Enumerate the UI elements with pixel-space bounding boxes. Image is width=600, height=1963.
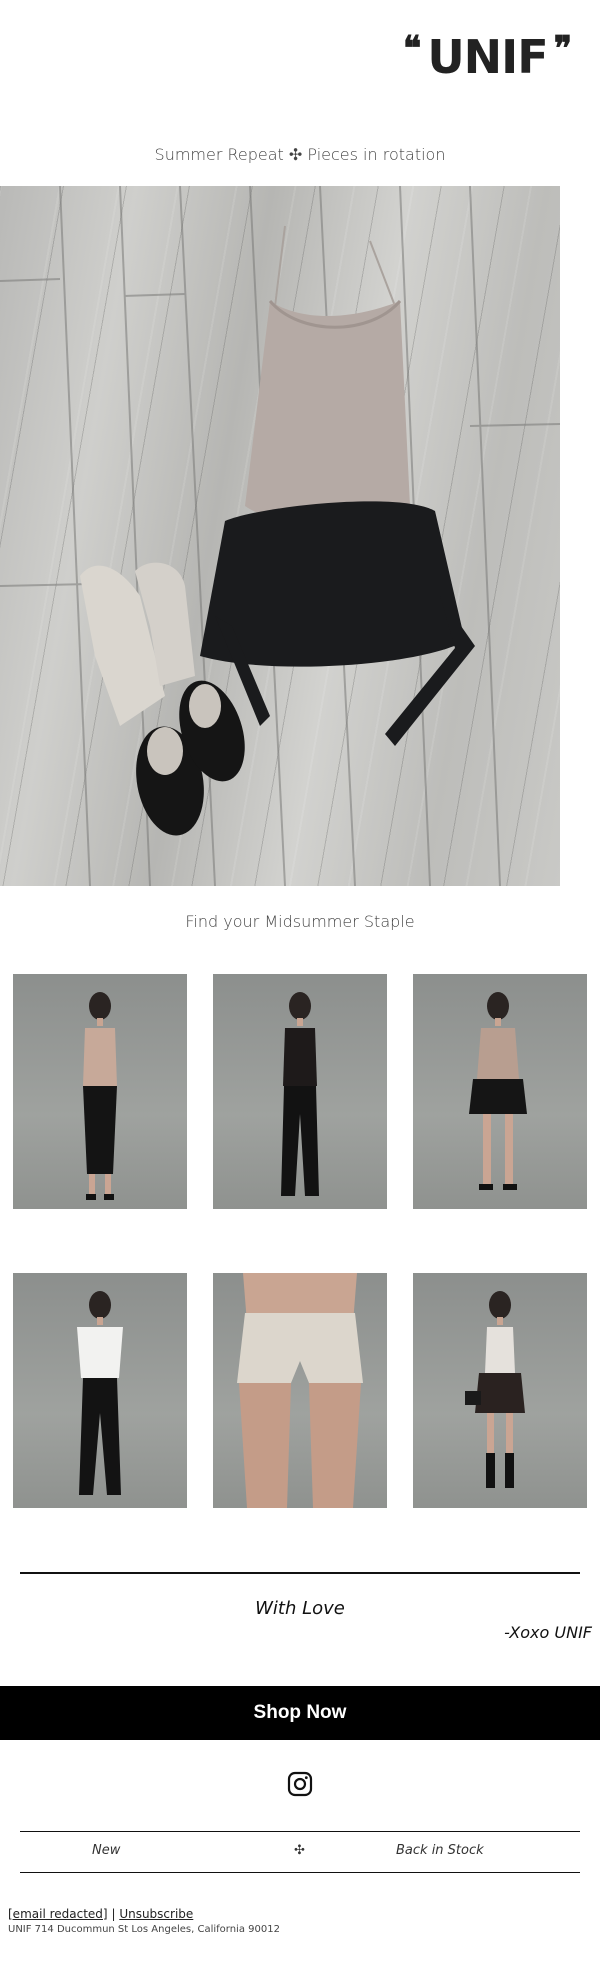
nav-link-new[interactable]: New xyxy=(92,1843,120,1858)
hero-tagline: Summer Repeat ✣ Pieces in rotation xyxy=(154,145,446,164)
logo-wordmark: UNIF xyxy=(427,30,548,84)
footer-links: [email redacted] | Unsubscribe xyxy=(8,1907,193,1921)
model-photo-icon xyxy=(83,992,117,1200)
quote-open-glyph: ❝ xyxy=(403,29,422,69)
with-love-text: With Love xyxy=(255,1598,345,1619)
products-heading: Find your Midsummer Staple xyxy=(185,912,415,931)
product-card-1[interactable] xyxy=(13,974,187,1209)
footer-address: UNIF 714 Ducommun St Los Angeles, Califo… xyxy=(8,1924,280,1935)
nav-link-back-in-stock[interactable]: Back in Stock xyxy=(396,1843,484,1858)
instagram-icon[interactable] xyxy=(287,1771,313,1797)
product-card-6[interactable] xyxy=(413,1273,587,1508)
section-divider xyxy=(20,1572,580,1574)
outfit-flatlay-illustration xyxy=(0,186,560,886)
model-photo-icon xyxy=(281,992,319,1196)
product-card-5[interactable] xyxy=(213,1273,387,1508)
footer-nav: New ✣ Back in Stock xyxy=(20,1831,580,1873)
unsubscribe-link[interactable]: Unsubscribe xyxy=(119,1907,193,1921)
email-link[interactable]: [email redacted] xyxy=(8,1907,108,1921)
product-card-4[interactable] xyxy=(13,1273,187,1508)
model-photo-icon xyxy=(469,992,527,1190)
signature-text: -Xoxo UNIF xyxy=(504,1623,592,1642)
model-photo-icon xyxy=(77,1291,123,1495)
shorts-photo-icon xyxy=(237,1273,363,1508)
unif-logo[interactable]: ❝ UNIF ❞ xyxy=(384,30,572,84)
hero-image[interactable] xyxy=(0,186,560,886)
model-photo-icon xyxy=(465,1291,525,1488)
product-card-3[interactable] xyxy=(413,974,587,1209)
quote-close-glyph: ❞ xyxy=(553,29,572,69)
shop-now-button[interactable]: Shop Now xyxy=(0,1686,600,1740)
product-card-2[interactable] xyxy=(213,974,387,1209)
nav-separator-icon: ✣ xyxy=(294,1843,305,1858)
footer-divider: | xyxy=(111,1907,116,1921)
